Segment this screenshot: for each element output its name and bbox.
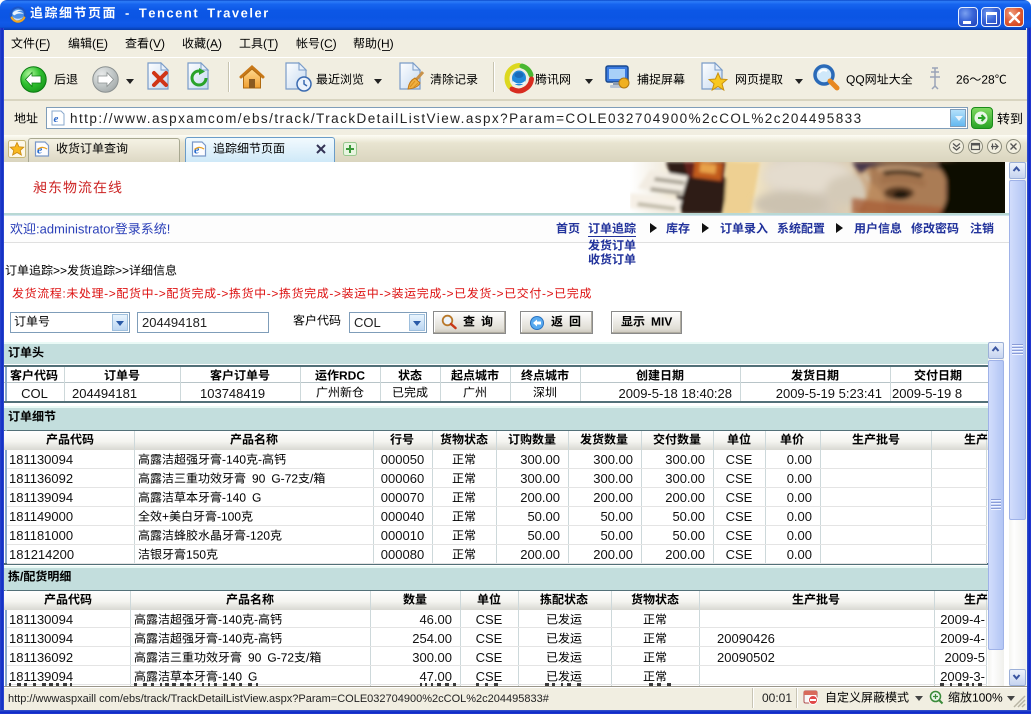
svg-text:e: e <box>54 113 59 125</box>
